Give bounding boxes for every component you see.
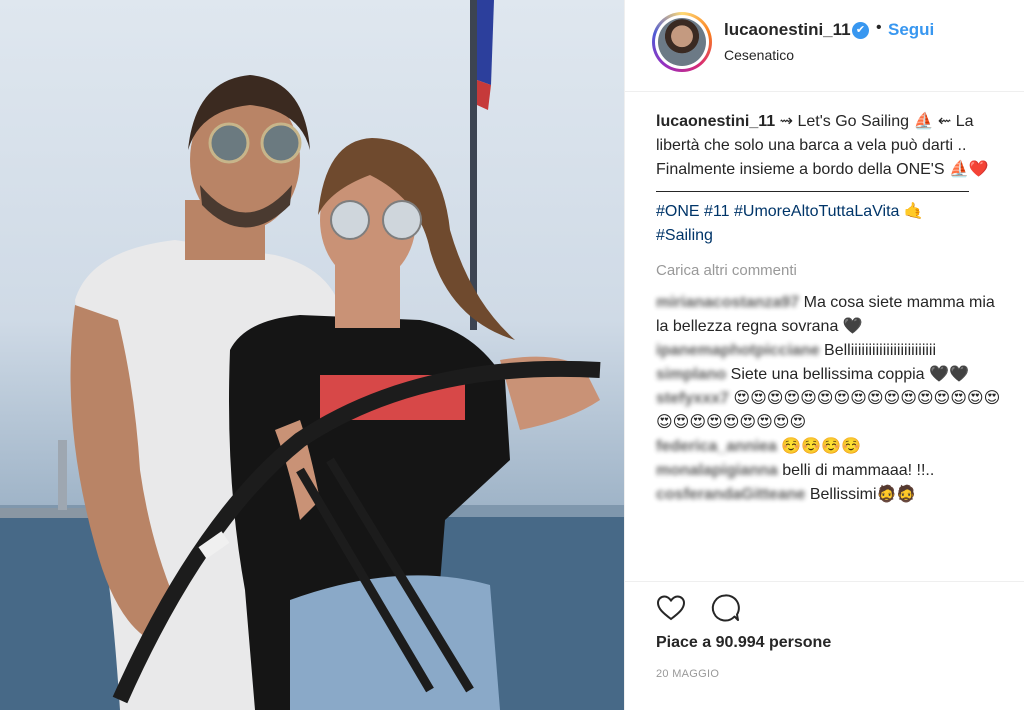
avatar [658, 18, 706, 66]
hashtag-link[interactable]: #ONE [656, 203, 700, 220]
comment-item: ipanemaphotpicciane Belliiiiiiiiiiiiiiii… [656, 339, 1001, 363]
caption-divider [656, 182, 969, 192]
photo-illustration [0, 0, 624, 710]
comment-icon[interactable] [707, 590, 743, 626]
comment-item: federica_anniea ☺️☺️☺️☺️ [656, 435, 1001, 459]
comment-username[interactable]: stefyxxx7 [656, 387, 729, 411]
load-more-comments-button[interactable]: Carica altri commenti [656, 259, 1001, 283]
comment-username[interactable]: federica_anniea [656, 435, 777, 459]
comment-text: Belliiiiiiiiiiiiiiiiiiiiiiii [819, 342, 937, 359]
caption-hashtags: #ONE #11 #UmoreAltoTuttaLaVita 🤙 #Sailin… [656, 200, 1001, 248]
post-header: lucaonestini_11 ✔ • Segui Cesenatico [625, 0, 1024, 92]
instagram-post: lucaonestini_11 ✔ • Segui Cesenatico luc… [0, 0, 1024, 710]
comment-username[interactable]: mirianacostanza97 [656, 291, 799, 315]
comment-item: monalapigianna belli di mammaaa! !!.. [656, 459, 1001, 483]
comment-text: ☺️☺️☺️☺️ [776, 438, 862, 455]
comment-text: Siete una bellissima coppia 🖤🖤 [726, 366, 969, 383]
post-date[interactable]: 20 MAGGIO [656, 668, 719, 680]
comment-item: cosferandaGitteane Bellissimi🧔🧔 [656, 483, 1001, 507]
hashtag-emoji: 🤙 [903, 203, 924, 220]
comment-username[interactable]: cosferandaGitteane [656, 483, 805, 507]
comment-username[interactable]: ipanemaphotpicciane [656, 339, 820, 363]
comment-username[interactable]: simplano [656, 363, 726, 387]
likes-count[interactable]: Piace a 90.994 persone [656, 634, 831, 652]
post-location[interactable]: Cesenatico [724, 47, 794, 63]
comment-text: Bellissimi🧔🧔 [805, 486, 917, 503]
comment-item: mirianacostanza97 Ma cosa siete mamma mi… [656, 291, 1001, 339]
post-details-panel: lucaonestini_11 ✔ • Segui Cesenatico luc… [624, 0, 1024, 710]
heart-icon[interactable] [653, 590, 689, 626]
hashtag-link[interactable]: #UmoreAltoTuttaLaVita [734, 203, 899, 220]
comment-text: belli di mammaaa! !!.. [777, 462, 935, 479]
post-caption: lucaonestini_11 ⇝ Let's Go Sailing ⛵ ⇜ L… [656, 110, 1001, 182]
comments-section: lucaonestini_11 ⇝ Let's Go Sailing ⛵ ⇜ L… [656, 110, 1001, 507]
comments-fade-overlay [625, 553, 1024, 581]
caption-username[interactable]: lucaonestini_11 [656, 113, 775, 130]
hashtag-link[interactable]: #11 [704, 203, 730, 220]
comment-item: simplano Siete una bellissima coppia 🖤🖤 [656, 363, 1001, 387]
comment-username[interactable]: monalapigianna [656, 459, 778, 483]
post-actions: Piace a 90.994 persone 20 MAGGIO [625, 581, 1024, 710]
post-photo[interactable] [0, 0, 624, 710]
comment-item: stefyxxx7 😍😍😍😍😍😍😍😍😍😍😍😍😍😍😍😍😍😍😍😍😍😍😍😍😍 [656, 387, 1001, 435]
post-username[interactable]: lucaonestini_11 [724, 20, 851, 40]
avatar-story-ring[interactable] [652, 12, 712, 72]
follow-button[interactable]: Segui [888, 20, 934, 40]
hashtag-link[interactable]: #Sailing [656, 227, 713, 244]
separator-dot: • [876, 19, 882, 36]
verified-badge-icon: ✔ [852, 22, 869, 39]
